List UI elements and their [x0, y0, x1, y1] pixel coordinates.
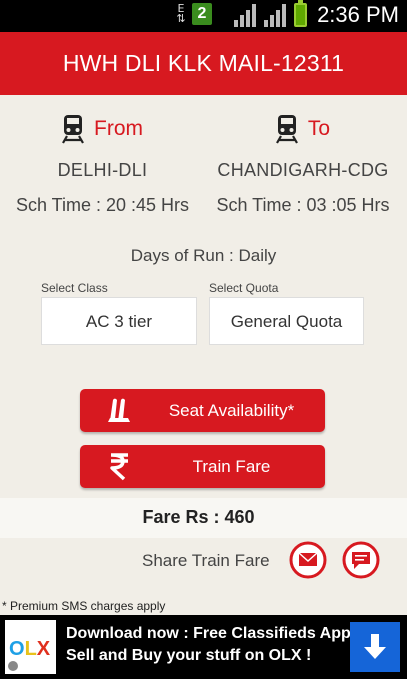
- olx-logo: OLX: [5, 620, 56, 674]
- train-icon: [62, 115, 84, 144]
- status-bar-left: E ⇅ 2: [176, 3, 212, 25]
- from-header: From: [0, 112, 205, 146]
- to-sch-time: Sch Time : 03 :05 Hrs: [216, 195, 390, 215]
- train-icon: [275, 115, 298, 144]
- status-bar-right: 2:36 PM: [234, 0, 399, 28]
- from-label: From: [94, 117, 143, 140]
- to-label: To: [307, 117, 331, 140]
- ad-headline: Download now : Free Classifieds App: [66, 625, 351, 642]
- battery-icon: [294, 0, 308, 27]
- page-title: HWH DLI KLK MAIL-12311: [0, 32, 407, 95]
- signal-icon-secondary: [264, 4, 287, 27]
- ad-banner[interactable]: OLX Download now : Free Classifieds App …: [0, 615, 407, 679]
- notification-badge: 2: [192, 3, 212, 25]
- select-class-label: Select Class: [41, 281, 108, 295]
- status-time: 2:36 PM: [317, 2, 399, 27]
- sms-share-button[interactable]: [342, 541, 380, 579]
- from-station-block: From DELHI-DLI Sch Time : 20 :45 Hrs: [0, 112, 205, 216]
- signal-icon: [234, 4, 257, 27]
- data-indicator-label: E: [177, 2, 185, 15]
- train-fare-button[interactable]: Train Fare: [80, 445, 325, 488]
- seat-availability-button[interactable]: Seat Availability*: [80, 389, 325, 432]
- to-station-block: To CHANDIGARH-CDG Sch Time : 03 :05 Hrs: [204, 112, 402, 216]
- seat-icon: [108, 398, 130, 422]
- train-fare-label: Train Fare: [192, 457, 271, 476]
- from-station-name: DELHI-DLI: [57, 160, 148, 180]
- status-bar: E ⇅ 2 2:36 PM: [0, 0, 407, 32]
- from-sch-time: Sch Time : 20 :45 Hrs: [15, 195, 190, 215]
- email-share-button[interactable]: [289, 541, 327, 579]
- share-train-fare-label: Share Train Fare: [142, 551, 270, 570]
- quota-select[interactable]: General Quota: [209, 297, 364, 345]
- svg-text:OLX: OLX: [9, 638, 51, 660]
- ad-subline: Sell and Buy your stuff on OLX !: [66, 647, 312, 664]
- seat-availability-label: Seat Availability*: [168, 401, 295, 420]
- to-station-name: CHANDIGARH-CDG: [217, 160, 389, 180]
- days-of-run: Days of Run : Daily: [130, 246, 277, 265]
- to-header: To: [204, 112, 402, 146]
- rupee-icon: [110, 453, 128, 481]
- premium-sms-note: * Premium SMS charges apply: [2, 599, 166, 613]
- class-select[interactable]: AC 3 tier: [41, 297, 197, 345]
- fare-amount: Fare Rs : 460: [142, 507, 255, 527]
- download-icon[interactable]: [350, 622, 400, 672]
- select-quota-label: Select Quota: [209, 281, 279, 295]
- data-indicator-icon: E ⇅: [176, 2, 186, 25]
